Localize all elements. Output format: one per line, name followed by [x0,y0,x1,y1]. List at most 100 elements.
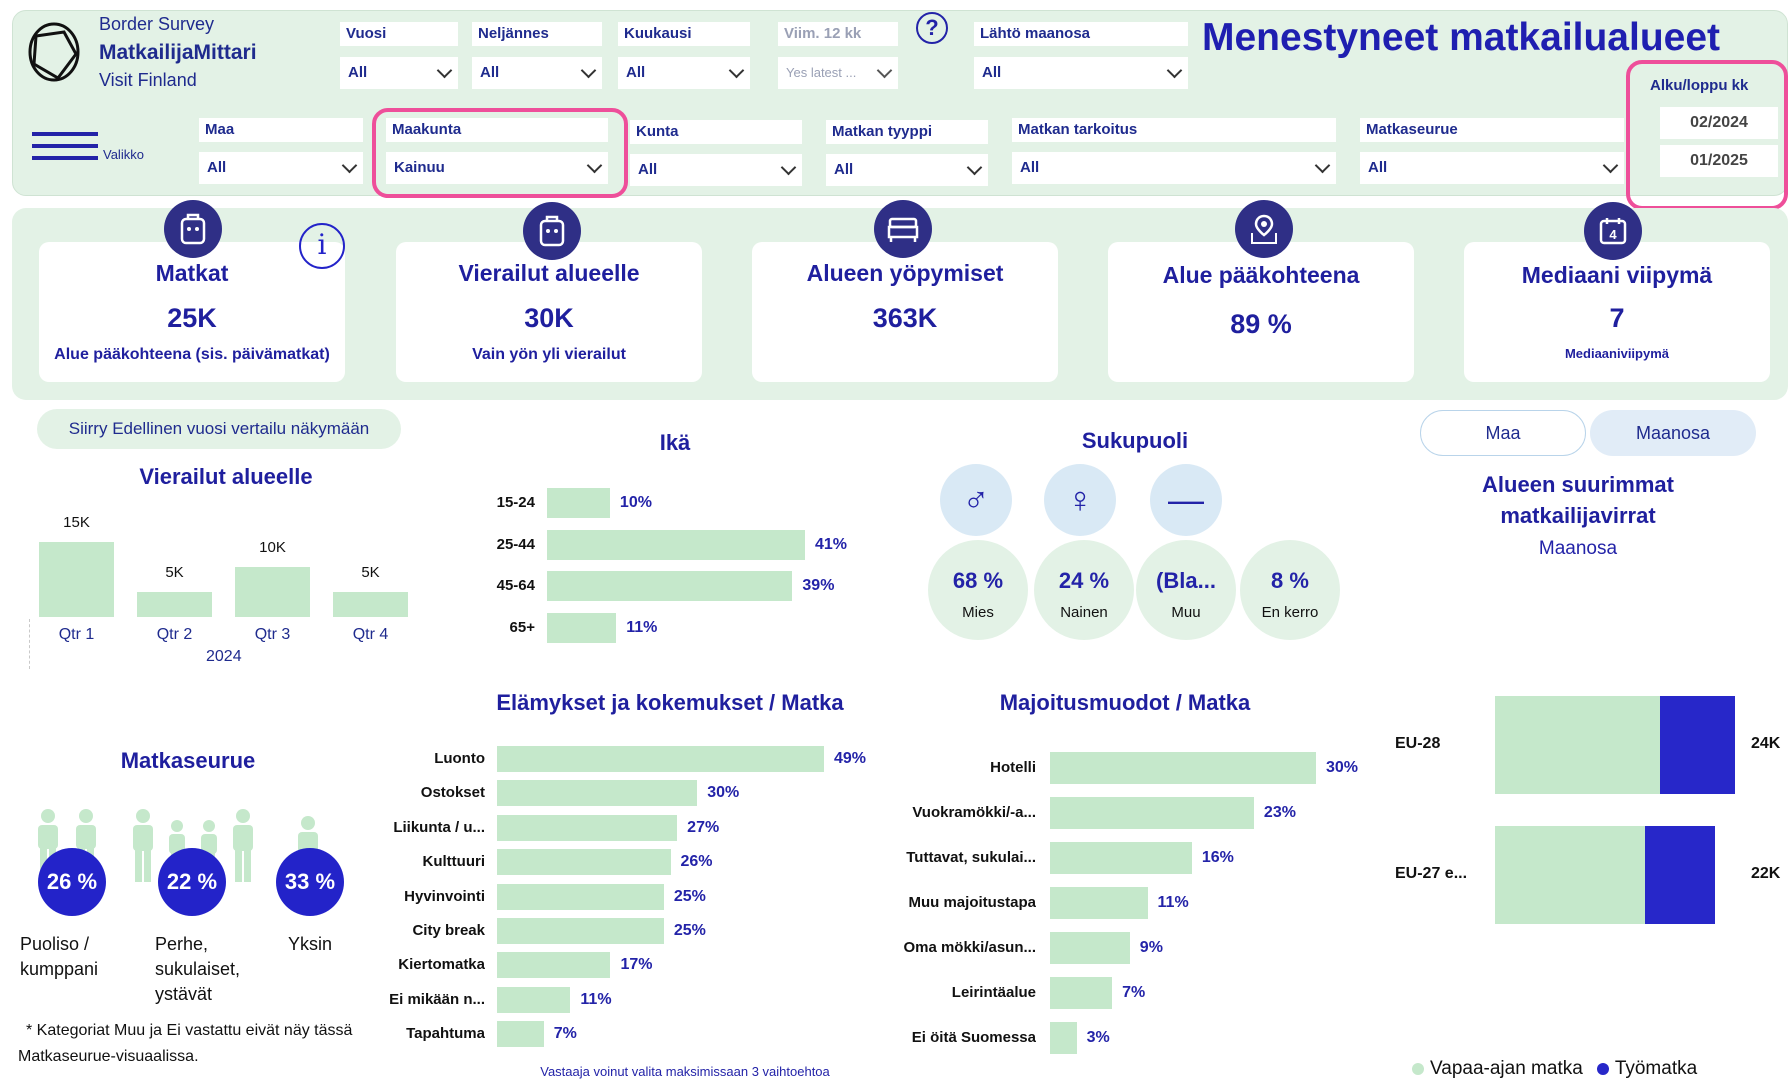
experiences-note: Vastaaja voinut valita maksimissaan 3 va… [540,1064,830,1079]
kpi-card-median-stay: Mediaani viipymä 7 Mediaaniviipymä [1464,242,1770,382]
filter-dropdown[interactable]: Yes latest ... [778,57,898,89]
gender-label: En kerro [1261,604,1319,621]
bar [1050,1022,1077,1054]
gender-other-bubble: (Bla... Muu [1136,540,1236,640]
kpi-card-visits: Vierailut alueelle 30K Vain yön yli vier… [396,242,702,382]
flows-subtitle: Maanosa [1538,538,1618,559]
filter-last12[interactable]: Viim. 12 kk Yes latest ... [778,22,898,89]
data-label: 25% [673,887,706,905]
data-label: 9% [1139,939,1163,956]
category-label: Ei mikään n... [389,990,485,1008]
filter-label: Maa [199,118,363,142]
map-pin-icon [1235,200,1293,258]
filter-label: Matkaseurue [1360,118,1624,142]
gender-no-answer-bubble: 8 % En kerro [1240,540,1340,640]
legend-dot-business [1596,1063,1609,1075]
kpi-subtitle: Vain yön yli vierailut [472,346,626,363]
bar [547,612,617,643]
filter-dropdown[interactable]: All [472,57,602,89]
brand-line3: Visit Finland [99,70,197,90]
filter-dropdown[interactable]: All [199,152,363,184]
toggle-continent[interactable]: Maanosa [1590,410,1756,456]
flows-title-line2: matkailijavirrat [1500,503,1656,528]
filter-dropdown[interactable]: All [618,57,750,89]
category-label: Hotelli [990,759,1036,776]
filter-dropdown[interactable]: Kainuu [386,152,608,184]
filter-dropdown[interactable]: All [1360,152,1624,184]
bar [497,918,664,944]
data-label: 7% [553,1025,577,1043]
period-end[interactable]: 01/2025 [1660,145,1778,177]
data-label: 5K [165,564,184,581]
data-label: 5K [361,564,380,581]
filter-region[interactable]: Maakunta Kainuu [386,118,608,184]
bar-segment [1495,696,1660,794]
axis-divider [29,619,30,669]
filter-label: Matkan tarkoitus [1012,118,1336,142]
bar [137,592,212,617]
compare-previous-year-button[interactable]: Siirry Edellinen vuosi vertailu näkymään [37,409,401,449]
bar [547,571,793,601]
filter-country[interactable]: Maa All [199,118,363,184]
data-label: 7% [1122,984,1146,1001]
filter-municipality[interactable]: Kunta All [630,120,802,186]
legend-dot-leisure [1412,1063,1424,1075]
filter-continent[interactable]: Lähtö maanosa All [974,22,1188,89]
bar [1050,887,1148,919]
bar [497,883,664,910]
companion-value-circle: 26 % [38,848,106,916]
companions-footnote: * Kategoriat Muu ja Ei vastattu eivät nä… [18,1022,353,1065]
kpi-value: 89 % [1230,309,1292,339]
kpi-title: Alue pääkohteena [1162,262,1360,288]
gender-title: Sukupuoli [1081,428,1189,453]
help-icon[interactable]: ? [916,12,948,44]
filter-label: Kuukausi [618,22,750,46]
category-label: 25-44 [496,535,535,553]
data-label: 41% [815,535,848,553]
filter-dropdown[interactable]: All [826,154,988,186]
toggle-country[interactable]: Maa [1420,410,1586,456]
chevron-down-icon [580,62,597,78]
chevron-down-icon [728,62,745,78]
filter-dropdown[interactable]: All [630,154,802,186]
category-label: Leirintäalue [951,984,1036,1001]
filter-dropdown[interactable]: All [340,57,458,89]
data-label: 25% [673,922,706,939]
data-label: 10% [619,494,652,511]
chevron-down-icon [436,62,453,78]
gender-value: 8 % [1271,568,1309,593]
age-chart: 15-24 10% 25-44 41% 45-64 39% 65+ 11% [460,488,880,658]
kpi-card-nights: Alueen yöpymiset 363K [752,242,1058,382]
filter-year[interactable]: Vuosi All [340,22,458,89]
chevron-down-icon [966,159,983,175]
data-label: 17% [620,956,653,974]
menu-button[interactable]: Valikko [30,130,160,164]
info-icon[interactable]: i [299,223,345,269]
filter-trip-purpose[interactable]: Matkan tarkoitus All [1012,118,1336,184]
category-label: City break [412,922,485,939]
filter-label: Matkan tyyppi [826,120,988,144]
flows-legend: Vapaa-ajan matka Työmatka [1412,1058,1697,1080]
filter-trip-type[interactable]: Matkan tyyppi All [826,120,988,186]
filter-quarter[interactable]: Neljännes All [472,22,602,89]
data-label: 26% [680,853,713,871]
female-icon: ♀ [1044,464,1116,536]
gender-value: 68 % [952,568,1004,593]
filter-companions[interactable]: Matkaseurue All [1360,118,1624,184]
other-gender-icon: — [1150,464,1222,536]
period-start[interactable]: 02/2024 [1660,107,1778,139]
companion-value-circle: 22 % [158,848,226,916]
filter-label: Viim. 12 kk [778,22,898,46]
data-label: 23% [1263,804,1296,821]
filter-month[interactable]: Kuukausi All [618,22,750,89]
chevron-down-icon [780,159,797,175]
bar [1050,797,1254,829]
flows-title-line1: Alueen suurimmat [1482,472,1674,497]
category-label: Kulttuuri [422,853,485,871]
filter-dropdown[interactable]: All [1012,152,1336,184]
chevron-down-icon [1602,157,1619,173]
experiences-title: Elämykset ja kokemukset / Matka [496,690,844,715]
filter-dropdown[interactable]: All [974,57,1188,89]
kpi-value: 25K [167,303,217,333]
bar [497,1021,544,1048]
